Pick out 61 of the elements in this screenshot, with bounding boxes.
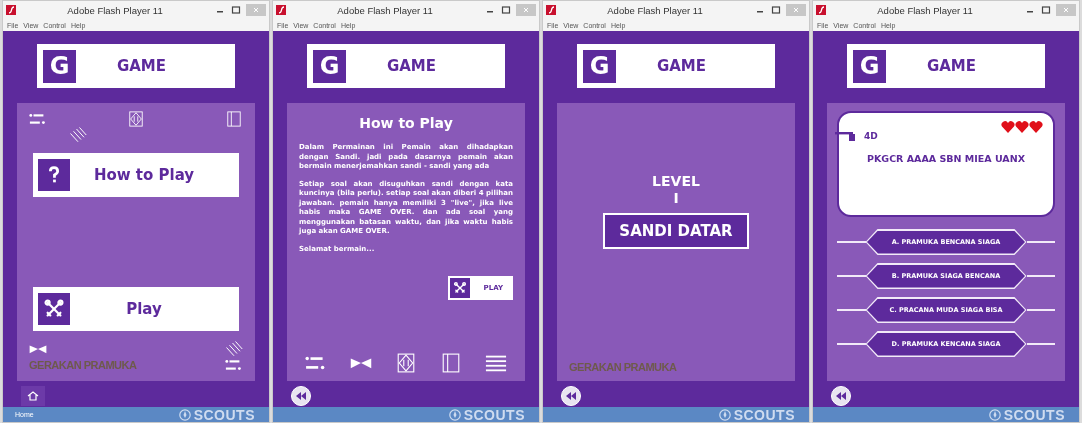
window-title: Adobe Flash Player 11 [606,4,704,16]
header-title: GAME [655,57,708,75]
lines-icon [485,353,507,373]
scouts-logo-text: SCOUTS [463,406,525,422]
maximize-icon[interactable] [770,5,782,15]
diamond-frame-icon [127,111,145,127]
emblem-icon [718,408,731,421]
emblem-icon [988,408,1001,421]
level-number: I [673,190,679,207]
rewind-icon [566,392,576,400]
maximize-icon[interactable] [230,5,242,15]
rewind-icon [836,392,846,400]
flash-app-icon [546,5,556,15]
heart-icon [1015,121,1029,133]
crossed-keys-icon [449,278,470,298]
emblem-icon [178,408,191,421]
heart-icon [1001,121,1015,133]
scouts-logo-text: SCOUTS [193,406,255,422]
crossed-keys-icon [38,293,70,325]
diagonal-stripes-icon [225,341,243,357]
back-button[interactable] [561,386,581,406]
window-title: Adobe Flash Player 11 [876,4,974,16]
back-button[interactable] [831,386,851,406]
header-title: GAME [385,57,438,75]
flash-app-icon [6,5,16,15]
flash-app-icon [816,5,826,15]
logo-letter: G [313,49,346,83]
scouts-logo-text: SCOUTS [1003,406,1065,422]
logo-letter: G [43,49,76,83]
panel-frame-icon [440,353,462,373]
level-name: SANDI DATAR [603,213,749,249]
emblem-icon [448,408,461,421]
key-text: 4D [864,131,878,141]
window-title: Adobe Flash Player 11 [336,4,434,16]
logo-letter: G [853,49,886,83]
menu-button[interactable]: How to Play [33,153,239,197]
dash-pattern-icon [29,111,47,127]
panel-frame-icon [225,111,243,127]
scouts-logo-text: SCOUTS [733,406,795,422]
house-icon [27,391,39,401]
level-label: LEVEL [652,173,700,190]
question-text: PKGCR AAAA SBN MIEA UANX [866,153,1026,164]
diamond-frame-icon [395,353,417,373]
rewind-icon [296,392,306,400]
brand-text: GERAKAN PRAMUKA [569,361,678,373]
header-title: GAME [925,57,978,75]
brand-text: GERAKAN PRAMUKA [29,359,137,371]
panel-title: How to Play [358,115,454,131]
flash-app-icon [276,5,286,15]
menu-button[interactable]: Play [33,287,239,331]
home-button[interactable] [21,386,45,406]
diagonal-stripes-icon [69,127,87,143]
window-title: Adobe Flash Player 11 [66,4,164,16]
maximize-icon[interactable] [1040,5,1052,15]
logo-letter: G [583,49,616,83]
back-button[interactable] [291,386,311,406]
question-mark-icon [38,159,70,191]
dash-pattern-icon [225,357,243,373]
heart-icon [1029,121,1043,133]
maximize-icon[interactable] [500,5,512,15]
header-title: GAME [115,57,168,75]
